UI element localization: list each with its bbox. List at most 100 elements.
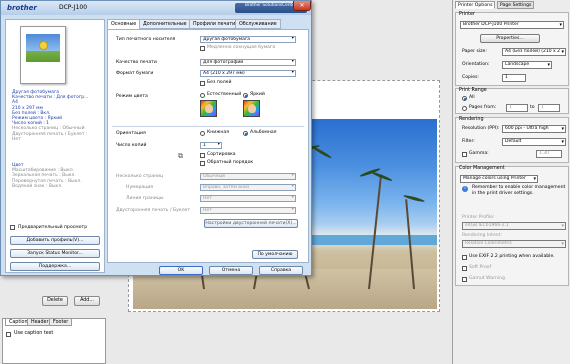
- gamma-input[interactable]: 1.30: [536, 150, 562, 158]
- help-button[interactable]: Справка: [259, 266, 303, 275]
- brand-logo: brother: [7, 4, 37, 12]
- filter-label: Filter:: [462, 139, 475, 144]
- copies-label: Число копий: [116, 143, 147, 148]
- borderless-checkbox[interactable]: [200, 81, 205, 86]
- paper-format-label: Формат бумаги: [116, 71, 154, 76]
- slow-dry-checkbox[interactable]: [200, 46, 205, 51]
- border-line-label: Линия границы: [126, 196, 164, 201]
- paper-size-select[interactable]: A4 (Без полей) (210 x 2: [502, 48, 566, 56]
- tab-advanced[interactable]: Дополнительные: [139, 19, 191, 29]
- page-preview: [20, 26, 66, 84]
- use-caption-label: Use caption text: [14, 331, 54, 336]
- reverse-checkbox[interactable]: [200, 161, 205, 166]
- filter-select[interactable]: Default: [502, 138, 566, 146]
- collate-icon: ⧉: [178, 152, 183, 160]
- resolution-label: Resolution (PPI):: [462, 126, 500, 131]
- soft-proof-label: Soft Proof: [469, 265, 492, 270]
- natural-radio[interactable]: [200, 93, 205, 98]
- default-button[interactable]: По умолчанию: [252, 250, 298, 259]
- summary-quality: Качество печати : Для фотогр...: [12, 95, 89, 101]
- copies-label: Copies:: [462, 75, 479, 80]
- use-caption-checkbox[interactable]: [6, 332, 11, 337]
- color-mode-label: Режим цвета: [116, 94, 148, 99]
- quality-select[interactable]: Для фотографий: [200, 59, 296, 66]
- tab-page-settings[interactable]: Page Settings: [497, 1, 535, 9]
- media-type-label: Тип печатного носителя: [116, 37, 176, 42]
- tab-footer[interactable]: Footer: [49, 318, 73, 326]
- page-order-select[interactable]: Вправо, затем вниз: [200, 184, 296, 191]
- tab-maintenance[interactable]: Обслуживание: [235, 19, 281, 29]
- rendering-intent-label: Rendering Intent:: [462, 233, 503, 238]
- close-icon: ✕: [299, 2, 305, 9]
- summary-duplex-value: Нет: [12, 136, 21, 142]
- summary-watermark: Водяной знак : Выкл.: [12, 183, 63, 189]
- pages-from-radio[interactable]: [462, 106, 467, 111]
- summary-list: Другая фотобумага Качество печати : Для …: [12, 90, 88, 142]
- cancel-button[interactable]: Отмена: [209, 266, 253, 275]
- add-profile-button[interactable]: Добавить профиль(V)...: [10, 236, 100, 245]
- orientation-select[interactable]: Landscape: [502, 61, 552, 69]
- settings-summary-panel: Другая фотобумага Качество печати : Для …: [5, 19, 105, 273]
- use-exif-checkbox[interactable]: [462, 255, 467, 260]
- status-monitor-button[interactable]: Запуск Status Monitor...: [10, 249, 100, 258]
- paper-size-label: Paper size:: [462, 49, 487, 54]
- properties-button[interactable]: Properties...: [480, 34, 540, 43]
- printer-preferences-dialog: brother DCP-J100 Brother SolutionsCenter…: [0, 0, 312, 276]
- delete-button[interactable]: Delete: [42, 296, 68, 306]
- gamma-label: Gamma:: [469, 151, 489, 156]
- media-type-select[interactable]: Другая фотобумага: [200, 36, 296, 43]
- preview-checkbox[interactable]: [10, 225, 15, 230]
- duplex-label: Двусторонняя печать / Буклет: [116, 208, 191, 213]
- collate-checkbox[interactable]: [200, 153, 205, 158]
- tab-printer-options[interactable]: Printer Options: [455, 1, 496, 9]
- orientation-label: Orientation:: [462, 62, 490, 67]
- add-button[interactable]: Add...: [74, 296, 100, 306]
- resolution-select[interactable]: 600 ppi - Ultra high: [502, 125, 566, 133]
- info-icon: i: [462, 186, 468, 192]
- gamma-checkbox[interactable]: [462, 152, 467, 157]
- collate-label: Сортировка: [207, 152, 236, 157]
- color-management-title: Color Management: [459, 166, 505, 171]
- printer-profile-select[interactable]: sRGB IEC61966-2.1: [462, 222, 566, 230]
- page-order-label: Нумерация: [126, 185, 154, 190]
- all-label: All: [469, 95, 475, 100]
- border-line-select[interactable]: Нет: [200, 195, 296, 202]
- color-management-group: Color Management Manage colors using Pri…: [455, 166, 569, 286]
- color-note: Remember to enable color management in t…: [472, 185, 566, 196]
- close-button[interactable]: ✕: [293, 1, 311, 11]
- pages-from-input[interactable]: 1: [506, 104, 528, 112]
- vivid-label: Яркий: [250, 92, 265, 97]
- print-options-panel: Printer Options Page Settings Printer Br…: [452, 0, 570, 364]
- copies-input[interactable]: 1: [502, 74, 526, 82]
- gamut-warning-checkbox[interactable]: [462, 277, 467, 282]
- multipage-select[interactable]: Обычный: [200, 173, 296, 180]
- paper-format-select[interactable]: A4 (210 x 297 мм): [200, 70, 296, 77]
- duplex-settings-button[interactable]: Настройки двусторонней печати(X)...: [204, 219, 298, 228]
- pages-to-input[interactable]: 1: [538, 104, 560, 112]
- dialog-title: DCP-J100: [59, 4, 88, 11]
- preview-label: Предварительный просмотр: [18, 225, 88, 230]
- printer-select[interactable]: Brother DCP-J100 Printer: [460, 21, 564, 29]
- landscape-radio[interactable]: [243, 131, 248, 136]
- support-button[interactable]: Поддержка...: [10, 262, 100, 271]
- tab-print-profiles[interactable]: Профили печати: [189, 19, 240, 29]
- reverse-label: Обратный порядок: [207, 160, 254, 165]
- slow-dry-label: Медленно сохнущая бумага: [207, 45, 276, 50]
- rendering-intent-select[interactable]: Relative Colorimetric: [462, 240, 566, 248]
- rendering-group: Rendering Resolution (PPI): 600 ppi - Ul…: [455, 117, 569, 163]
- portrait-label: Книжная: [207, 130, 229, 135]
- vivid-radio[interactable]: [243, 93, 248, 98]
- duplex-select[interactable]: Нет: [200, 207, 296, 214]
- rendering-title: Rendering: [459, 117, 484, 122]
- portrait-radio[interactable]: [200, 131, 205, 136]
- summary-duplex: Двусторонняя печать / Буклет :: [12, 131, 88, 137]
- separator: [112, 126, 304, 127]
- all-radio[interactable]: [462, 96, 467, 101]
- ok-button[interactable]: OK: [159, 266, 203, 275]
- use-exif-label: Use EXIF 2.2 printing when available.: [469, 254, 555, 259]
- soft-proof-checkbox[interactable]: [462, 266, 467, 271]
- natural-thumbnail: [200, 100, 217, 117]
- color-management-select[interactable]: Manage colors using Printer: [460, 175, 538, 183]
- summary-list-2: Цвет Масштабирование : Выкл. Зеркальная …: [12, 163, 82, 189]
- copies-spinner[interactable]: 1: [200, 142, 222, 149]
